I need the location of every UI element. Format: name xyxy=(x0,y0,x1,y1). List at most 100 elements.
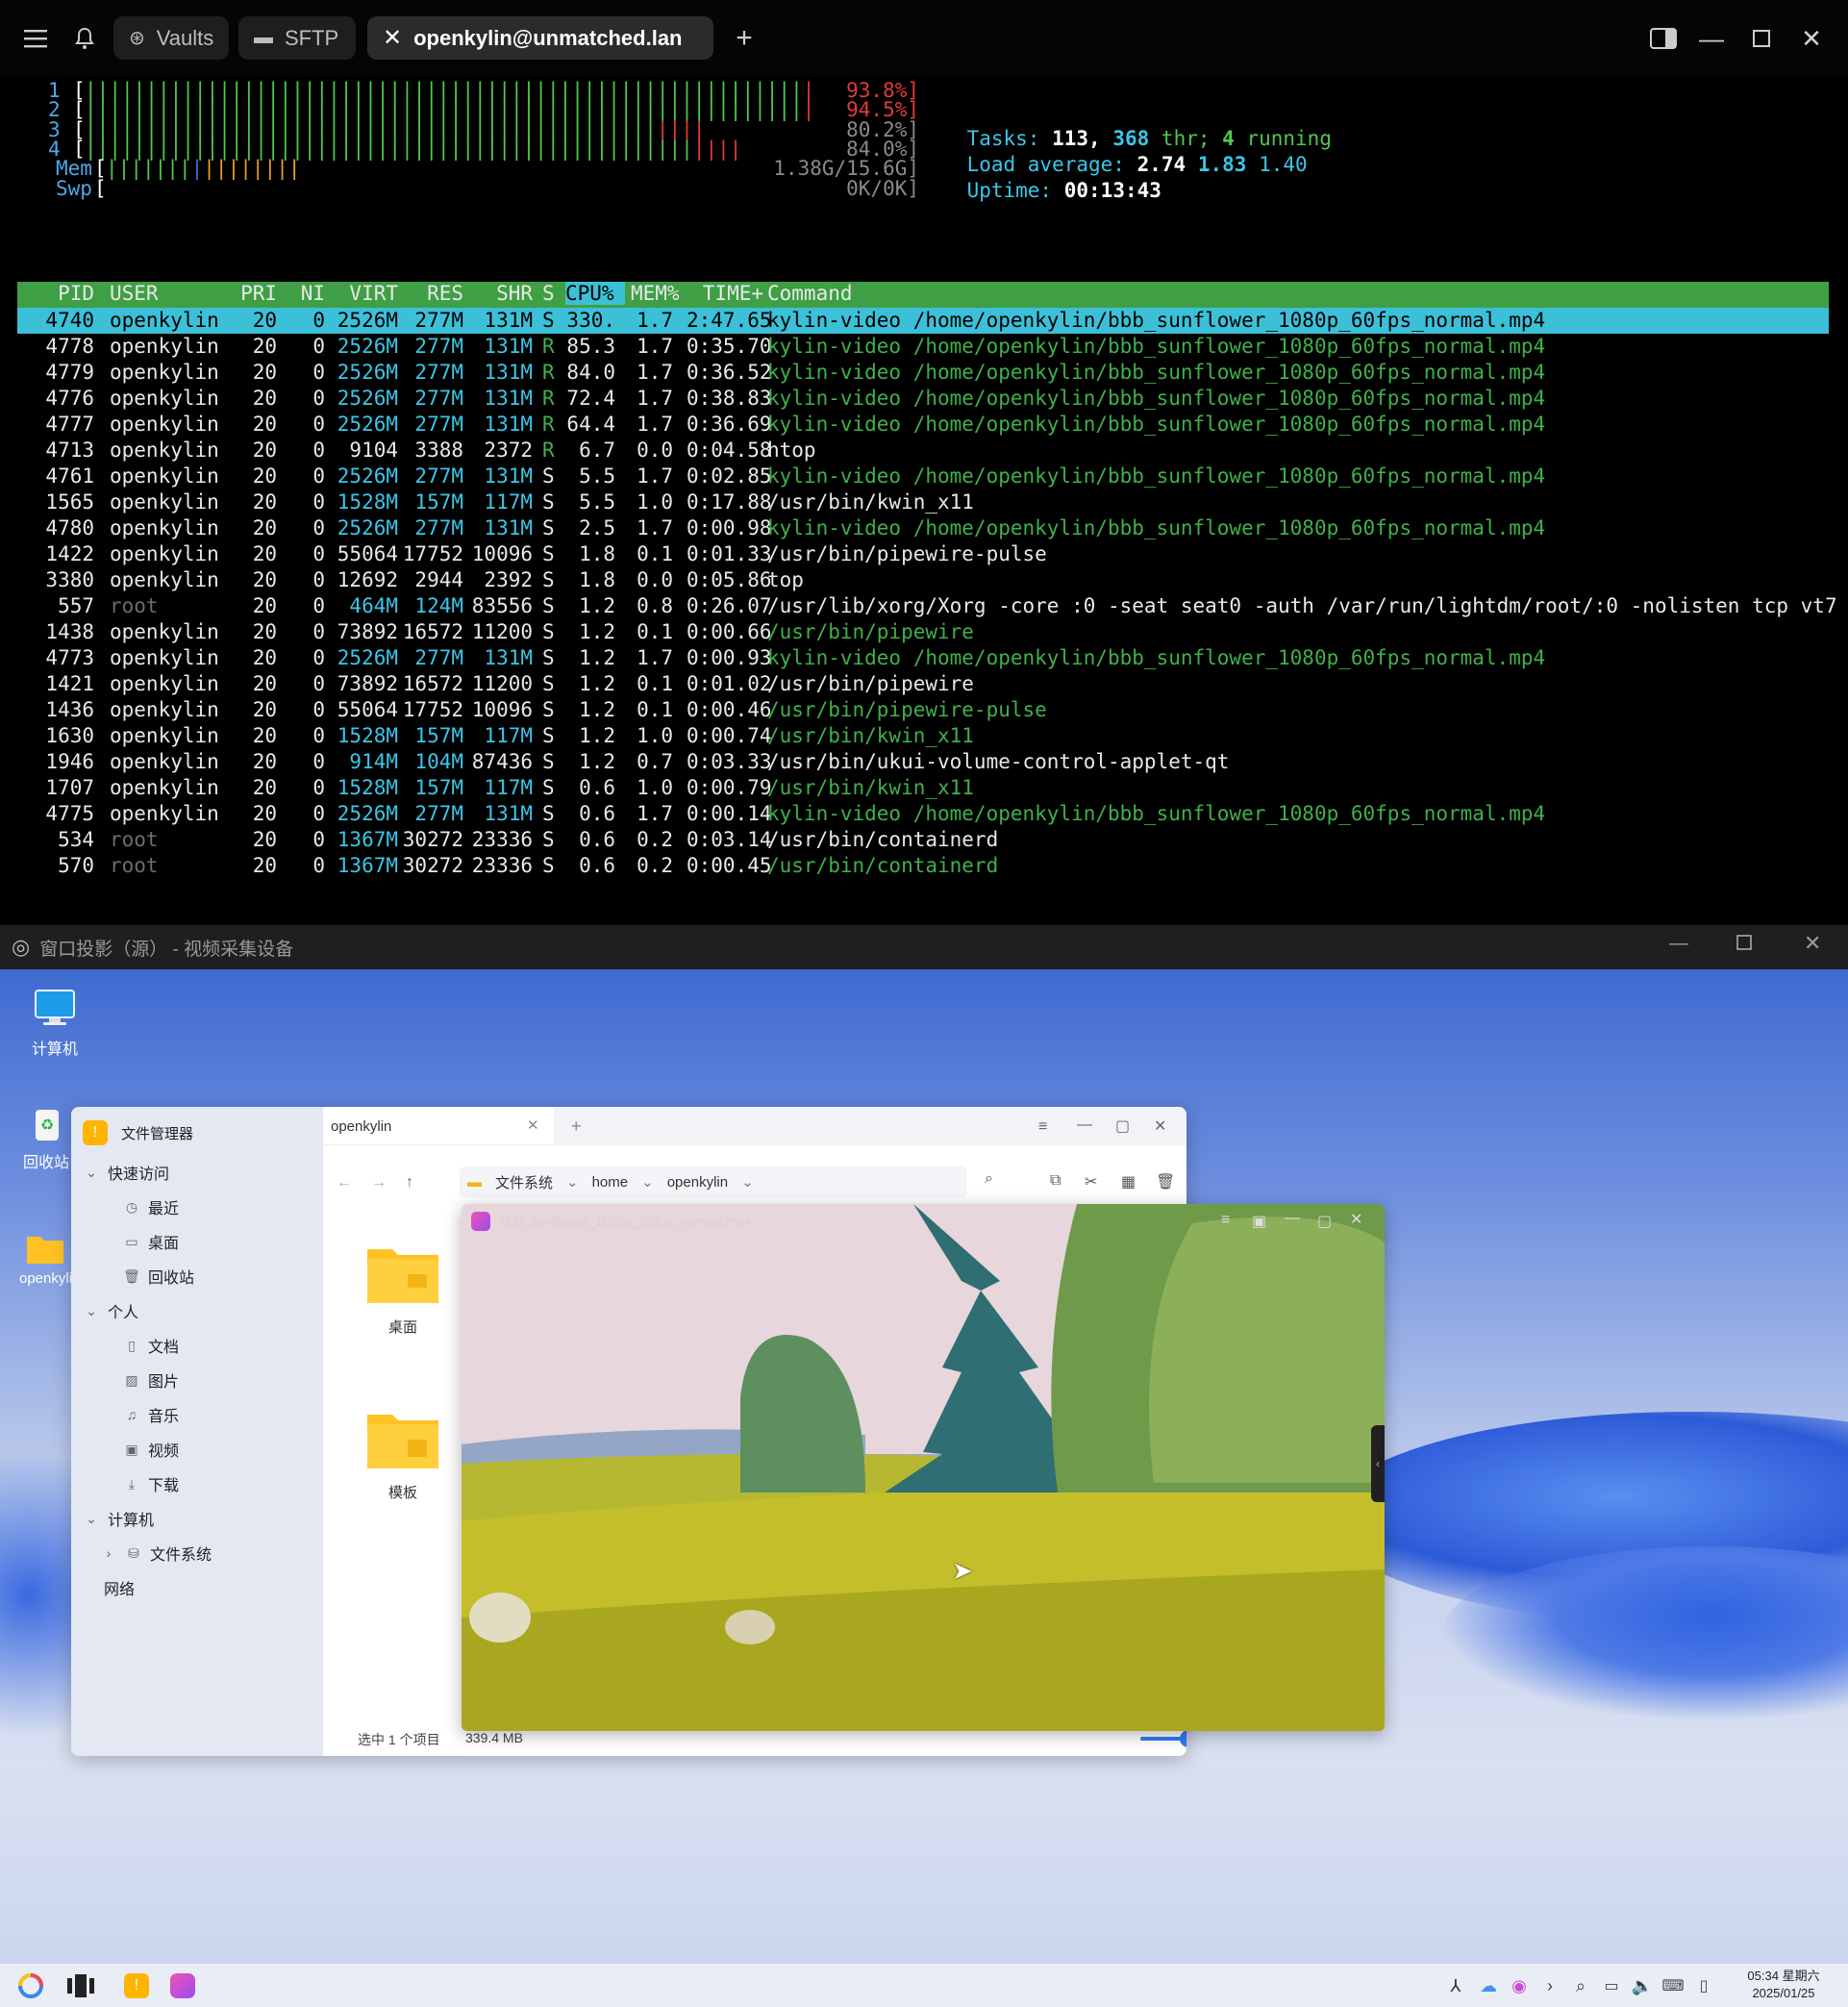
sidebar-item-music[interactable]: ♫ 音乐 xyxy=(123,1403,179,1426)
video-player-window[interactable]: bbb_sunflower_1080p_60fps_normal.mp4 ≡ ▣… xyxy=(462,1204,1385,1731)
process-row[interactable]: 4777 openkylin 20 0 2526M 277M 131M R 64.4 1.7 0:3… xyxy=(17,412,1829,438)
sidebar-section-quick-access[interactable]: ⌄ 快速访问 xyxy=(83,1161,169,1184)
process-table-header[interactable]: PID USER PRI NI VIRT RES SHR S CPU% MEM%… xyxy=(17,282,1829,308)
video-close-icon[interactable]: ✕ xyxy=(1350,1210,1362,1229)
video-menu-icon[interactable]: ≡ xyxy=(1221,1212,1230,1229)
close-window-icon[interactable]: ✕ xyxy=(1794,19,1829,58)
col-mem[interactable]: MEM% xyxy=(631,282,680,305)
fm-minimize-icon[interactable]: — xyxy=(1077,1116,1092,1134)
process-row[interactable]: 534 root 20 0 1367M 30272 23336 S 0.6 0.2 0:03.14/… xyxy=(17,827,1829,853)
taskbar-file-manager-icon[interactable]: ! xyxy=(119,1971,154,2000)
sidebar-item-recent[interactable]: ◷ 最近 xyxy=(123,1195,179,1218)
up-icon[interactable]: ↑ xyxy=(406,1174,413,1192)
new-tab-icon[interactable]: + xyxy=(571,1116,582,1137)
col-command[interactable]: Command xyxy=(767,282,853,305)
process-row[interactable]: 4779 openkylin 20 0 2526M 277M 131M R 84.0 1.7 0:3… xyxy=(17,360,1829,386)
forward-icon[interactable]: → xyxy=(371,1174,387,1192)
fm-tab[interactable]: openkylin ✕ xyxy=(323,1107,554,1145)
process-row[interactable]: 1946 openkylin 20 0 914M 104M 87436 S 1.2 0.7 0:03… xyxy=(17,749,1829,775)
folder-item-desktop[interactable]: 桌面 xyxy=(360,1242,446,1337)
capture-minimize-icon[interactable]: — xyxy=(1669,933,1688,955)
sidebar-item-network[interactable]: 网络 xyxy=(104,1576,135,1599)
col-cpu[interactable]: CPU% xyxy=(565,282,625,305)
fm-menu-icon[interactable]: ≡ xyxy=(1038,1118,1047,1136)
zoom-slider[interactable] xyxy=(1140,1730,1186,1747)
sidebar-section-computer[interactable]: ⌄ 计算机 xyxy=(83,1507,154,1530)
tray-notification-icon[interactable]: ▯ xyxy=(1690,1971,1717,2000)
terminal-pane[interactable]: 1[||||||||||||||||||||||||||||||||||||||… xyxy=(0,77,1848,984)
tray-volume-icon[interactable]: 🔈 xyxy=(1629,1971,1656,2000)
split-view-icon[interactable] xyxy=(1646,19,1681,58)
tab-vaults[interactable]: ⊛ Vaults xyxy=(113,16,229,60)
sidebar-item-downloads[interactable]: ⤓ 下载 xyxy=(123,1472,179,1495)
minimize-icon[interactable]: — xyxy=(1694,19,1729,58)
process-row[interactable]: 4776 openkylin 20 0 2526M 277M 131M R 72.4 1.7 0:3… xyxy=(17,386,1829,412)
col-pid[interactable]: PID xyxy=(17,282,94,305)
sidebar-item-desktop[interactable]: ▭ 桌面 xyxy=(123,1230,179,1253)
fm-close-icon[interactable]: ✕ xyxy=(1154,1116,1166,1136)
sidebar-item-trash[interactable]: 🗑 回收站 xyxy=(123,1265,194,1288)
process-row[interactable]: 4773 openkylin 20 0 2526M 277M 131M S 1.2 1.7 0:00… xyxy=(17,645,1829,671)
capture-close-icon[interactable]: ✕ xyxy=(1804,931,1821,956)
folder-item-templates[interactable]: 模板 xyxy=(360,1407,446,1502)
sidebar-item-pictures[interactable]: ▨ 图片 xyxy=(123,1368,179,1392)
start-menu-icon[interactable] xyxy=(13,1971,48,2000)
fm-maximize-icon[interactable]: ▢ xyxy=(1115,1116,1130,1136)
video-maximize-icon[interactable]: ▢ xyxy=(1317,1212,1332,1231)
process-row[interactable]: 1421 openkylin 20 0 73892 16572 11200 S 1.2 0.1 0:… xyxy=(17,671,1829,697)
sidebar-section-personal[interactable]: ⌄ 个人 xyxy=(83,1299,138,1322)
process-row[interactable]: 1422 openkylin 20 0 55064 17752 10096 S 1.8 0.1 0:… xyxy=(17,541,1829,567)
breadcrumb-item[interactable]: home xyxy=(592,1174,629,1191)
video-minimize-icon[interactable]: — xyxy=(1285,1210,1300,1227)
tab-sftp[interactable]: ▬ SFTP xyxy=(238,16,356,60)
close-tab-icon[interactable]: ✕ xyxy=(527,1116,539,1134)
tray-cloud-icon[interactable]: ☁ xyxy=(1475,1971,1502,2000)
search-icon[interactable]: ⌕ xyxy=(985,1170,993,1188)
col-ni[interactable]: NI xyxy=(277,282,325,305)
breadcrumb[interactable]: ▬ 文件系统 ⌄ home ⌄ openkylin ⌄ xyxy=(460,1167,967,1197)
new-tab-icon[interactable]: + xyxy=(727,19,762,58)
process-row[interactable]: 557 root 20 0 464M 124M 83556 S 1.2 0.8 0:26.07/us… xyxy=(17,593,1837,619)
view-mode-icon[interactable]: ▦ xyxy=(1121,1172,1136,1192)
tray-expand-icon[interactable]: › xyxy=(1536,1971,1563,2000)
process-row[interactable]: 1565 openkylin 20 0 1528M 157M 117M S 5.5 1.0 0:17… xyxy=(17,489,1829,515)
maximize-icon[interactable] xyxy=(1744,19,1779,58)
col-time[interactable]: TIME+ xyxy=(687,282,763,305)
sidebar-item-videos[interactable]: ▣ 视频 xyxy=(123,1438,179,1461)
video-titlebar[interactable]: bbb_sunflower_1080p_60fps_normal.mp4 ≡ ▣… xyxy=(462,1204,1385,1237)
process-row[interactable]: 3380 openkylin 20 0 12692 2944 2392 S 1.8 0.0 0:05… xyxy=(17,567,1829,593)
tray-keyboard-icon[interactable]: ⌨ xyxy=(1660,1971,1686,2000)
tab-ssh-session[interactable]: ✕ openkylin@unmatched.lan xyxy=(367,16,713,60)
process-row[interactable]: 4713 openkylin 20 0 9104 3388 2372 R 6.7 0.0 0:04.… xyxy=(17,438,1829,464)
tray-search-icon[interactable]: ⌕ xyxy=(1567,1971,1594,2000)
capture-maximize-icon[interactable] xyxy=(1736,935,1752,956)
process-row[interactable]: 1630 openkylin 20 0 1528M 157M 117M S 1.2 1.0 0:00… xyxy=(17,723,1829,749)
process-row[interactable]: 1707 openkylin 20 0 1528M 157M 117M S 0.6 1.0 0:00… xyxy=(17,775,1829,801)
process-row[interactable]: 4775 openkylin 20 0 2526M 277M 131M S 0.6 1.7 0:00… xyxy=(17,801,1829,827)
copy-icon[interactable]: ⧉ xyxy=(1050,1172,1061,1190)
multitask-view-icon[interactable] xyxy=(63,1971,98,2000)
zoom-slider-handle[interactable] xyxy=(1179,1730,1186,1747)
sidebar-item-documents[interactable]: ▯ 文档 xyxy=(123,1334,179,1357)
col-state[interactable]: S xyxy=(542,282,555,305)
process-row[interactable]: 1436 openkylin 20 0 55064 17752 10096 S 1.2 0.1 0:… xyxy=(17,697,1829,723)
col-shr[interactable]: SHR xyxy=(463,282,533,305)
back-icon[interactable]: ← xyxy=(337,1174,352,1192)
col-virt[interactable]: VIRT xyxy=(325,282,398,305)
video-pip-icon[interactable]: ▣ xyxy=(1252,1212,1266,1231)
process-row[interactable]: 4761 openkylin 20 0 2526M 277M 131M S 5.5 1.7 0:02… xyxy=(17,464,1829,489)
process-row[interactable]: 570 root 20 0 1367M 30272 23336 S 0.6 0.2 0:00.45/… xyxy=(17,853,1829,879)
process-row[interactable]: 4778 openkylin 20 0 2526M 277M 131M R 85.3 1.7 0:3… xyxy=(17,334,1829,360)
close-tab-icon[interactable]: ✕ xyxy=(383,24,402,52)
breadcrumb-item[interactable]: openkylin xyxy=(667,1174,728,1191)
tray-input-icon[interactable]: ⅄ xyxy=(1442,1971,1469,2000)
desktop-icon-home[interactable]: openkylin xyxy=(19,1231,71,1287)
menu-icon[interactable] xyxy=(19,19,54,58)
desktop-icon-trash[interactable]: ♻ 回收站 xyxy=(23,1104,71,1172)
col-res[interactable]: RES xyxy=(398,282,463,305)
tray-network-icon[interactable]: ▭ xyxy=(1598,1971,1625,2000)
taskbar-video-player-icon[interactable] xyxy=(165,1971,200,2000)
cut-icon[interactable]: ✂ xyxy=(1085,1172,1097,1192)
process-row[interactable]: 4780 openkylin 20 0 2526M 277M 131M S 2.5 1.7 0:00… xyxy=(17,515,1829,541)
breadcrumb-item[interactable]: 文件系统 xyxy=(495,1172,553,1192)
